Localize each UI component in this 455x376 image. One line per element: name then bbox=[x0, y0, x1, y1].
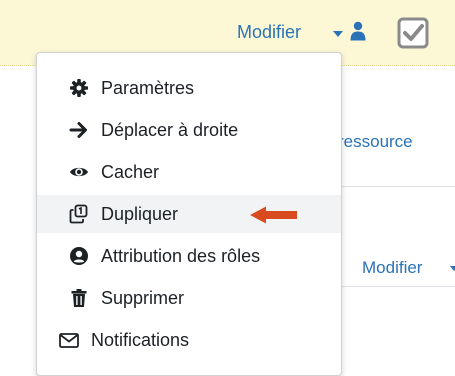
resource-link[interactable]: ressource bbox=[338, 132, 413, 152]
menu-item-label: Notifications bbox=[91, 330, 190, 350]
gear-icon bbox=[70, 79, 88, 97]
divider bbox=[330, 186, 455, 187]
arrow-right-icon bbox=[69, 122, 87, 138]
duplicate-icon bbox=[69, 204, 88, 224]
menu-item-label: Cacher bbox=[101, 162, 160, 182]
menu-item-notifications[interactable]: Notifications bbox=[37, 321, 341, 359]
edit-menu-toggle-secondary[interactable]: Modifier bbox=[362, 258, 422, 278]
red-arrow-left-icon bbox=[250, 206, 297, 224]
menu-item-attribution-roles[interactable]: Attribution des rôles bbox=[37, 237, 341, 275]
trash-icon bbox=[71, 289, 87, 307]
chevron-down-icon[interactable] bbox=[450, 266, 455, 271]
chevron-down-icon[interactable] bbox=[333, 31, 343, 37]
menu-item-label: Attribution des rôles bbox=[101, 246, 261, 266]
eye-icon bbox=[70, 167, 88, 177]
menu-item-cacher[interactable]: Cacher bbox=[37, 153, 341, 191]
divider bbox=[330, 286, 455, 287]
menu-item-label: Supprimer bbox=[101, 288, 185, 308]
checkbox-checked-icon[interactable] bbox=[397, 17, 429, 49]
menu-item-label: Paramètres bbox=[101, 78, 195, 98]
menu-item-label: Déplacer à droite bbox=[101, 120, 239, 140]
menu-item-deplacer-droite[interactable]: Déplacer à droite bbox=[37, 111, 341, 149]
menu-item-parametres[interactable]: Paramètres bbox=[37, 69, 341, 107]
user-icon[interactable] bbox=[350, 21, 366, 41]
user-circle-icon bbox=[70, 247, 88, 265]
edit-menu-toggle[interactable]: Modifier bbox=[237, 22, 301, 43]
envelope-icon bbox=[59, 333, 79, 348]
menu-item-supprimer[interactable]: Supprimer bbox=[37, 279, 341, 317]
menu-item-label: Dupliquer bbox=[101, 204, 179, 224]
